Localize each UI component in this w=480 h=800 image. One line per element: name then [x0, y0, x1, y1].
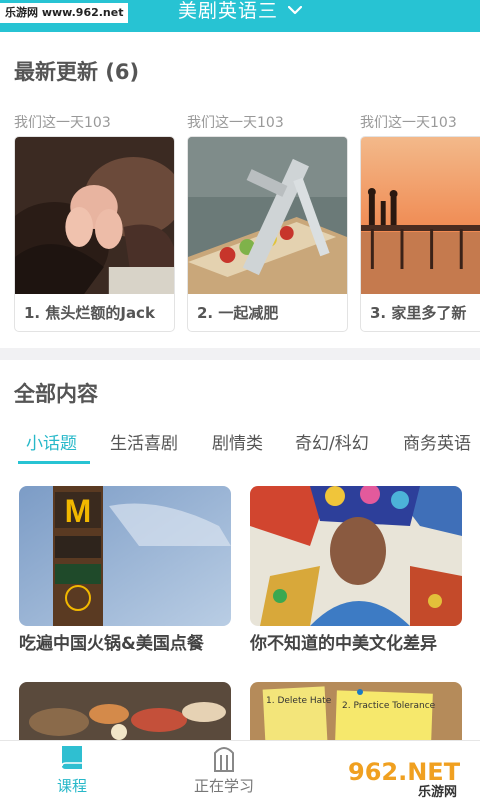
chevron-down-icon — [287, 0, 303, 20]
topic-card[interactable]: 1. Delete Hate 2. Practice Tolerance — [250, 682, 462, 742]
topic-title: 吃遍中国火锅&美国点餐 — [19, 634, 204, 654]
active-tab-indicator — [18, 461, 90, 464]
topic-thumbnail: 1. Delete Hate 2. Practice Tolerance — [250, 682, 462, 742]
episode-title: 1. 焦头烂额的Jack — [24, 304, 155, 322]
course-title: 美剧英语三 — [177, 0, 278, 22]
section-divider — [0, 348, 480, 360]
episode-show-name: 我们这一天103 — [14, 115, 111, 131]
topic-title: 你不知道的中美文化差异 — [250, 634, 437, 654]
tab-business-english[interactable]: 商务英语 — [403, 428, 471, 464]
topic-thumbnail: M — [19, 486, 231, 626]
watermark-sub: 乐游网 — [418, 784, 457, 800]
episode-thumbnail — [361, 137, 480, 294]
nav-learning-label: 正在学习 — [193, 777, 254, 795]
tab-fantasy-scifi[interactable]: 奇幻/科幻 — [295, 428, 369, 464]
watermark-brand: 962.NET — [348, 758, 461, 786]
nav-courses[interactable]: 课程 — [12, 743, 132, 796]
note-text: 2. Practice Tolerance — [342, 701, 436, 711]
m-logo-icon: M — [65, 493, 92, 529]
all-content-title: 全部内容 — [14, 382, 98, 406]
episode-thumbnail — [15, 137, 174, 294]
tab-drama[interactable]: 剧情类 — [212, 428, 263, 464]
episode-card[interactable]: 我们这一天103 3. 家里多了新 — [360, 112, 480, 332]
topic-card[interactable]: 你不知道的中美文化差异 — [250, 486, 462, 662]
latest-episodes-scroller[interactable]: 我们这一天103 1. 焦头烂额的Jack 我们这一天103 2. 一起减肥 我… — [0, 112, 480, 342]
watermark-logo: 962.NET 乐游网 — [344, 752, 480, 800]
topic-thumbnail — [250, 486, 462, 626]
episode-card[interactable]: 我们这一天103 2. 一起减肥 — [187, 112, 348, 332]
book-icon — [61, 746, 82, 769]
topic-card[interactable]: M 吃遍中国火锅&美国点餐 — [19, 486, 231, 662]
episode-title: 3. 家里多了新 — [370, 304, 467, 322]
topic-thumbnail — [19, 682, 231, 742]
topic-card[interactable] — [19, 682, 231, 742]
watermark-top: 乐游网 www.962.net — [0, 3, 129, 23]
episode-show-name: 我们这一天103 — [360, 115, 457, 131]
episode-title: 2. 一起减肥 — [197, 304, 279, 322]
note-text: 1. Delete Hate — [266, 696, 332, 706]
episode-show-name: 我们这一天103 — [187, 115, 284, 131]
tab-life-comedy[interactable]: 生活喜剧 — [110, 428, 178, 464]
episode-thumbnail — [188, 137, 347, 294]
nav-courses-label: 课程 — [56, 777, 87, 795]
latest-section-title: 最新更新 (6) — [14, 60, 140, 84]
tab-small-topics[interactable]: 小话题 — [26, 428, 77, 464]
nav-learning[interactable]: 正在学习 — [164, 743, 284, 796]
episode-card[interactable]: 我们这一天103 1. 焦头烂额的Jack — [14, 112, 175, 332]
building-icon — [214, 747, 234, 772]
